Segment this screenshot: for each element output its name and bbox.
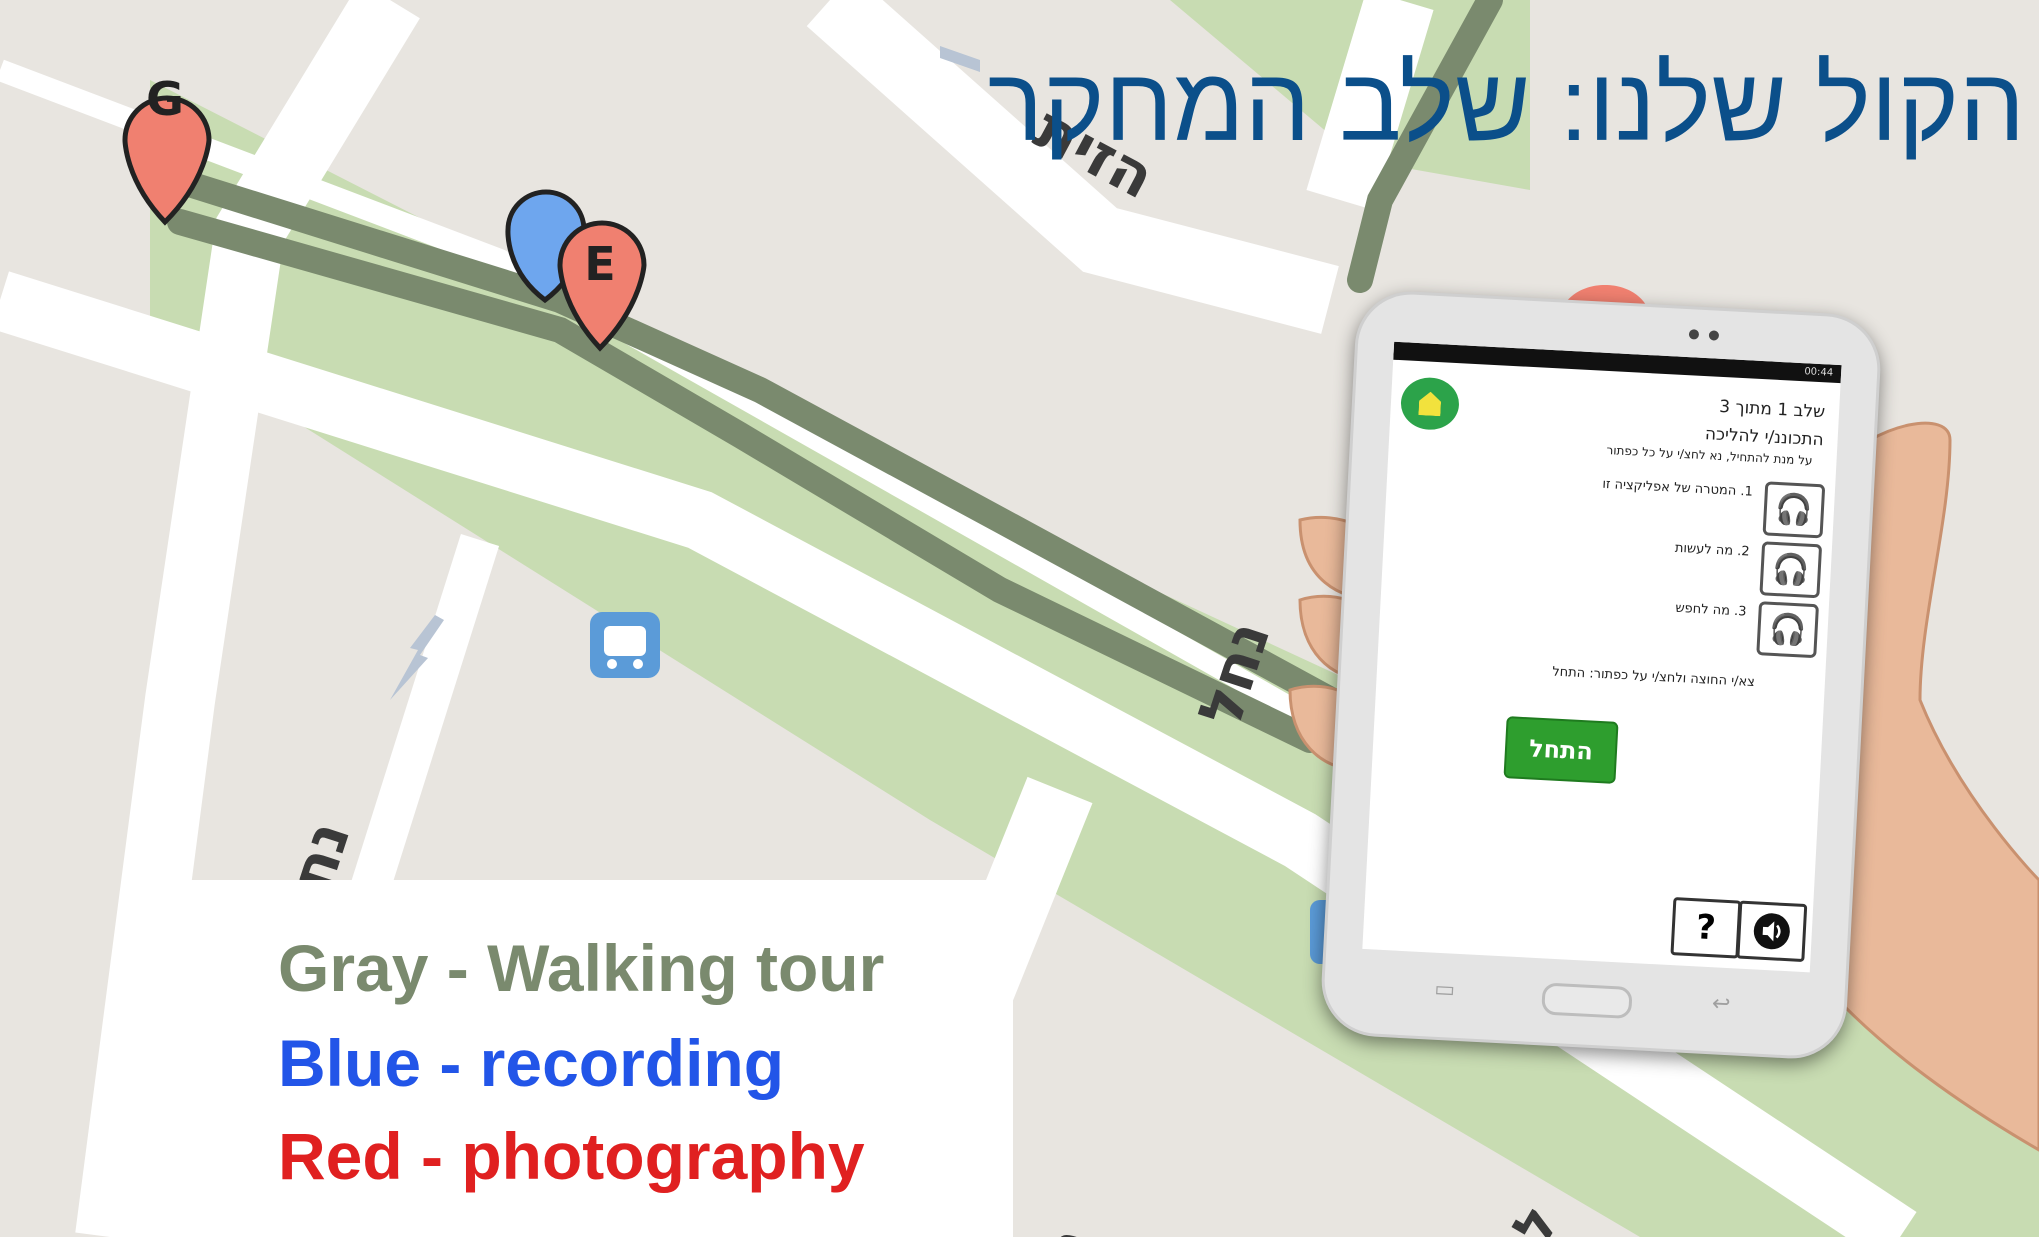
marker-e-label: E [584, 237, 615, 291]
slide-title: הקול שלנו: שלב המחקר [987, 47, 2025, 163]
camera-dot-2 [1708, 330, 1720, 341]
camera-dot [1688, 329, 1700, 340]
item-2-text: 2. מה לעשות [1674, 540, 1751, 560]
status-bar: 00:44 [1393, 341, 1842, 384]
speaker-icon [1753, 913, 1790, 950]
status-time: 00:44 [1804, 366, 1834, 379]
instruction-text: צא/י החוצה ולחצ/י על כפתור: התחל [1551, 664, 1756, 691]
step-indicator: שלב 1 מתוך 3 [1718, 396, 1826, 423]
legend-red: Red - photography [278, 1119, 865, 1193]
screen-heading: התכוננ/י להליכה [1704, 424, 1825, 451]
app-screen: 00:44 שלב 1 מתוך 3 התכוננ/י להליכה על מנ… [1362, 341, 1842, 973]
headphones-button-2[interactable]: 🎧 [1759, 541, 1823, 599]
bus-stop-icon[interactable] [590, 612, 660, 678]
legend-gray: Gray - Walking tour [278, 931, 885, 1005]
speaker-button[interactable] [1736, 900, 1808, 963]
home-button[interactable] [1541, 982, 1633, 1020]
marker-g-label: G [146, 72, 184, 126]
return-key-icon[interactable]: ↩ [1711, 991, 1731, 1017]
help-button[interactable]: ? [1670, 897, 1742, 959]
tablet-device: 00:44 שלב 1 מתוך 3 התכוננ/י להליכה על מנ… [1318, 288, 1884, 1062]
back-key-icon[interactable]: ▭ [1434, 977, 1456, 1003]
item-3-text: 3. מה לחפש [1674, 600, 1747, 620]
item-1-text: 1. המטרה של אפליקציה זו [1601, 476, 1754, 500]
headphones-button-3[interactable]: 🎧 [1756, 601, 1819, 659]
legend-panel: Gray - Walking tour Blue - recording Red… [143, 880, 1013, 1237]
legend-blue: Blue - recording [278, 1026, 785, 1100]
start-button[interactable]: התחל [1503, 716, 1619, 784]
headphones-button-1[interactable]: 🎧 [1762, 481, 1826, 539]
app-logo-icon [1399, 376, 1461, 432]
